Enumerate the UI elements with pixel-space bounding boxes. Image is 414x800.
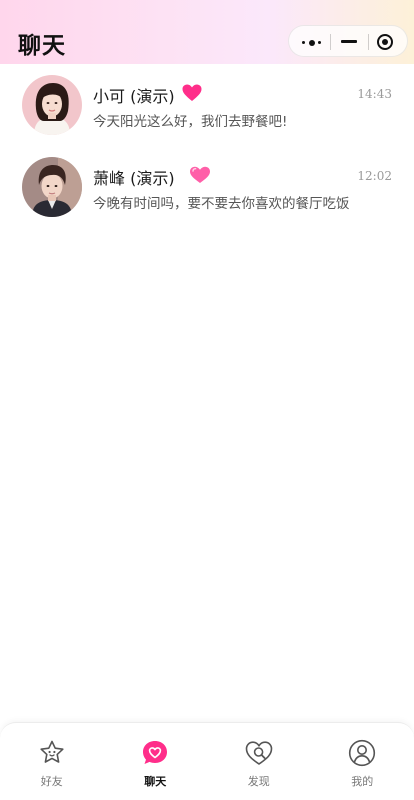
app: 聊天 小可 (演示) 14:43 今天阳光这么好，我们去野餐吧! 萧峰 (演示)… <box>0 0 414 800</box>
mini-program-capsule <box>288 25 408 57</box>
heart-icon <box>182 84 202 106</box>
user-icon <box>348 739 376 767</box>
heart-search-icon <box>245 739 273 767</box>
capsule-divider <box>368 34 369 50</box>
tab-label: 发现 <box>247 775 270 788</box>
tab-friends[interactable]: 好友 <box>0 723 104 800</box>
tab-label: 我的 <box>351 775 374 788</box>
header: 聊天 <box>0 0 414 64</box>
star-face-icon <box>38 739 66 767</box>
avatar <box>22 157 82 217</box>
heart-icon <box>189 166 211 188</box>
chat-heart-icon <box>141 739 169 767</box>
tab-bar: 好友 聊天 发现 我的 <box>0 722 414 800</box>
target-icon[interactable] <box>377 34 393 50</box>
tab-label: 好友 <box>40 775 63 788</box>
chat-list: 小可 (演示) 14:43 今天阳光这么好，我们去野餐吧! 萧峰 (演示) 12… <box>0 64 414 228</box>
tab-discover[interactable]: 发现 <box>207 723 311 800</box>
tab-label: 聊天 <box>144 775 167 788</box>
capsule-divider <box>330 34 331 50</box>
tab-chat[interactable]: 聊天 <box>104 723 208 800</box>
message-time: 14:43 <box>357 87 392 101</box>
chat-item-xiaofeng[interactable]: 萧峰 (演示) 12:02 今晚有时间吗，要不要去你喜欢的餐厅吃饭 <box>0 146 414 228</box>
minimize-icon[interactable] <box>341 40 357 43</box>
message-time: 12:02 <box>357 169 392 183</box>
avatar <box>22 75 82 135</box>
message-preview: 今晚有时间吗，要不要去你喜欢的餐厅吃饭 <box>93 196 350 212</box>
contact-name: 小可 (演示) <box>93 87 175 106</box>
page-title: 聊天 <box>18 33 66 59</box>
more-dots-icon[interactable] <box>301 40 323 46</box>
chat-item-xiaoke[interactable]: 小可 (演示) 14:43 今天阳光这么好，我们去野餐吧! <box>0 64 414 146</box>
tab-me[interactable]: 我的 <box>311 723 414 800</box>
message-preview: 今天阳光这么好，我们去野餐吧! <box>93 114 288 130</box>
contact-name: 萧峰 (演示) <box>93 169 175 188</box>
